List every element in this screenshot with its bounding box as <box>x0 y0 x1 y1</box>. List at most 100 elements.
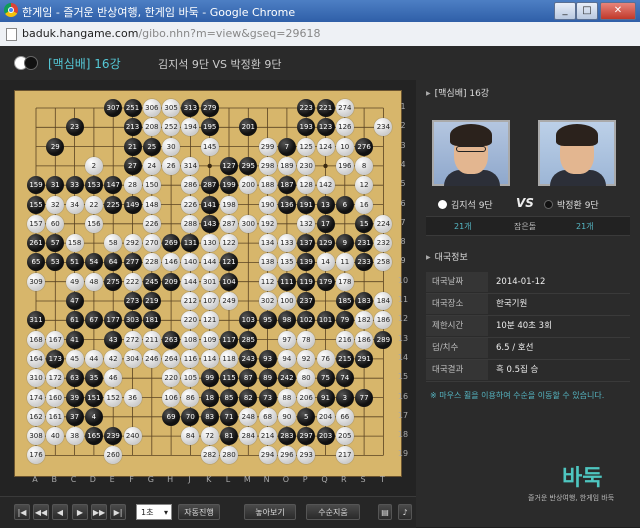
white-stone[interactable]: 68 <box>258 407 277 426</box>
black-stone[interactable]: 185 <box>335 292 354 310</box>
white-stone[interactable]: 248 <box>239 407 258 426</box>
white-stone[interactable]: 132 <box>297 214 316 233</box>
white-stone[interactable]: 160 <box>46 388 65 407</box>
white-stone[interactable]: 240 <box>123 427 142 446</box>
white-stone[interactable]: 34 <box>65 195 84 214</box>
white-stone[interactable]: 42 <box>104 349 123 368</box>
black-stone[interactable]: 291 <box>355 349 374 368</box>
white-stone[interactable]: 168 <box>27 330 45 349</box>
black-stone[interactable]: 4 <box>84 407 103 426</box>
forward-10-button[interactable]: ▶▶ <box>91 504 107 520</box>
last-move-button[interactable]: ▶| <box>110 504 126 520</box>
black-stone[interactable]: 279 <box>200 99 219 117</box>
white-stone[interactable]: 130 <box>200 234 219 253</box>
black-stone[interactable]: 93 <box>258 349 277 368</box>
white-stone[interactable]: 76 <box>316 349 335 368</box>
white-stone[interactable]: 24 <box>142 156 161 175</box>
black-stone[interactable]: 41 <box>65 330 84 349</box>
white-stone[interactable]: 152 <box>104 388 123 407</box>
white-stone[interactable]: 270 <box>142 234 161 253</box>
white-stone[interactable]: 294 <box>258 446 277 465</box>
white-stone[interactable]: 107 <box>200 292 219 310</box>
white-stone[interactable]: 114 <box>200 349 219 368</box>
auto-play-button[interactable]: 자동진행 <box>178 504 220 520</box>
white-stone[interactable]: 204 <box>316 407 335 426</box>
white-stone[interactable]: 292 <box>123 234 142 253</box>
black-stone[interactable]: 119 <box>297 272 316 291</box>
black-stone[interactable]: 127 <box>220 156 238 175</box>
black-stone[interactable]: 263 <box>162 330 181 349</box>
black-stone[interactable]: 43 <box>104 330 123 349</box>
black-stone[interactable]: 74 <box>335 369 354 388</box>
black-stone[interactable]: 209 <box>162 272 181 291</box>
white-stone[interactable]: 78 <box>297 330 316 349</box>
white-stone[interactable]: 90 <box>277 407 296 426</box>
black-stone[interactable]: 3 <box>335 388 354 407</box>
white-stone[interactable]: 44 <box>84 349 103 368</box>
black-stone[interactable]: 95 <box>258 311 277 330</box>
black-stone[interactable]: 51 <box>65 253 84 272</box>
white-stone[interactable]: 305 <box>162 99 181 117</box>
white-stone[interactable]: 72 <box>200 427 219 446</box>
white-stone[interactable]: 94 <box>277 349 296 368</box>
black-stone[interactable]: 5 <box>297 407 316 426</box>
white-stone[interactable]: 156 <box>84 214 103 233</box>
white-stone[interactable]: 158 <box>65 234 84 253</box>
black-stone[interactable]: 99 <box>200 369 219 388</box>
white-stone[interactable]: 145 <box>200 137 219 156</box>
black-stone[interactable]: 285 <box>239 330 258 349</box>
black-stone[interactable]: 221 <box>316 99 335 117</box>
black-stone[interactable]: 277 <box>123 253 142 272</box>
black-stone[interactable]: 165 <box>84 427 103 446</box>
white-stone[interactable]: 161 <box>46 407 65 426</box>
black-stone[interactable]: 123 <box>316 118 335 137</box>
white-stone[interactable]: 125 <box>297 137 316 156</box>
black-stone[interactable]: 213 <box>123 118 142 137</box>
white-stone[interactable]: 142 <box>316 176 335 195</box>
black-stone[interactable]: 33 <box>65 176 84 195</box>
black-stone[interactable]: 47 <box>65 292 84 310</box>
white-stone[interactable]: 92 <box>297 349 316 368</box>
black-stone[interactable]: 79 <box>335 311 354 330</box>
black-stone[interactable]: 25 <box>142 137 161 156</box>
black-stone[interactable]: 273 <box>123 292 142 310</box>
white-stone[interactable]: 108 <box>181 330 200 349</box>
close-button[interactable]: ✕ <box>600 2 636 20</box>
white-stone[interactable]: 174 <box>27 388 45 407</box>
white-stone[interactable]: 30 <box>162 137 181 156</box>
white-stone[interactable]: 214 <box>258 427 277 446</box>
white-stone[interactable]: 222 <box>123 272 142 291</box>
white-stone[interactable]: 304 <box>123 349 142 368</box>
prev-move-button[interactable]: ◀ <box>52 504 68 520</box>
black-stone[interactable]: 242 <box>277 369 296 388</box>
white-stone[interactable]: 124 <box>316 137 335 156</box>
black-stone[interactable]: 23 <box>65 118 84 137</box>
black-stone[interactable]: 89 <box>258 369 277 388</box>
white-stone[interactable]: 97 <box>277 330 296 349</box>
white-stone[interactable]: 49 <box>65 272 84 291</box>
black-stone[interactable]: 287 <box>200 176 219 195</box>
white-stone[interactable]: 287 <box>220 214 238 233</box>
white-stone[interactable]: 301 <box>200 272 219 291</box>
white-stone[interactable]: 189 <box>277 156 296 175</box>
black-stone[interactable]: 61 <box>65 311 84 330</box>
white-stone[interactable]: 306 <box>142 99 161 117</box>
black-stone[interactable]: 9 <box>335 234 354 253</box>
white-stone[interactable]: 2 <box>84 156 103 175</box>
white-stone[interactable]: 226 <box>142 214 161 233</box>
black-stone[interactable]: 283 <box>277 427 296 446</box>
black-stone[interactable]: 29 <box>46 137 65 156</box>
white-stone[interactable]: 157 <box>27 214 45 233</box>
black-stone[interactable]: 153 <box>84 176 103 195</box>
white-stone[interactable]: 36 <box>123 388 142 407</box>
black-stone[interactable]: 13 <box>316 195 335 214</box>
white-stone[interactable]: 206 <box>297 388 316 407</box>
white-stone[interactable]: 198 <box>220 195 238 214</box>
black-stone[interactable]: 195 <box>200 118 219 137</box>
white-stone[interactable]: 126 <box>335 118 354 137</box>
black-stone[interactable]: 155 <box>27 195 45 214</box>
white-stone[interactable]: 178 <box>335 272 354 291</box>
black-stone[interactable]: 191 <box>297 195 316 214</box>
black-stone[interactable]: 35 <box>84 369 103 388</box>
black-stone[interactable]: 276 <box>355 137 374 156</box>
